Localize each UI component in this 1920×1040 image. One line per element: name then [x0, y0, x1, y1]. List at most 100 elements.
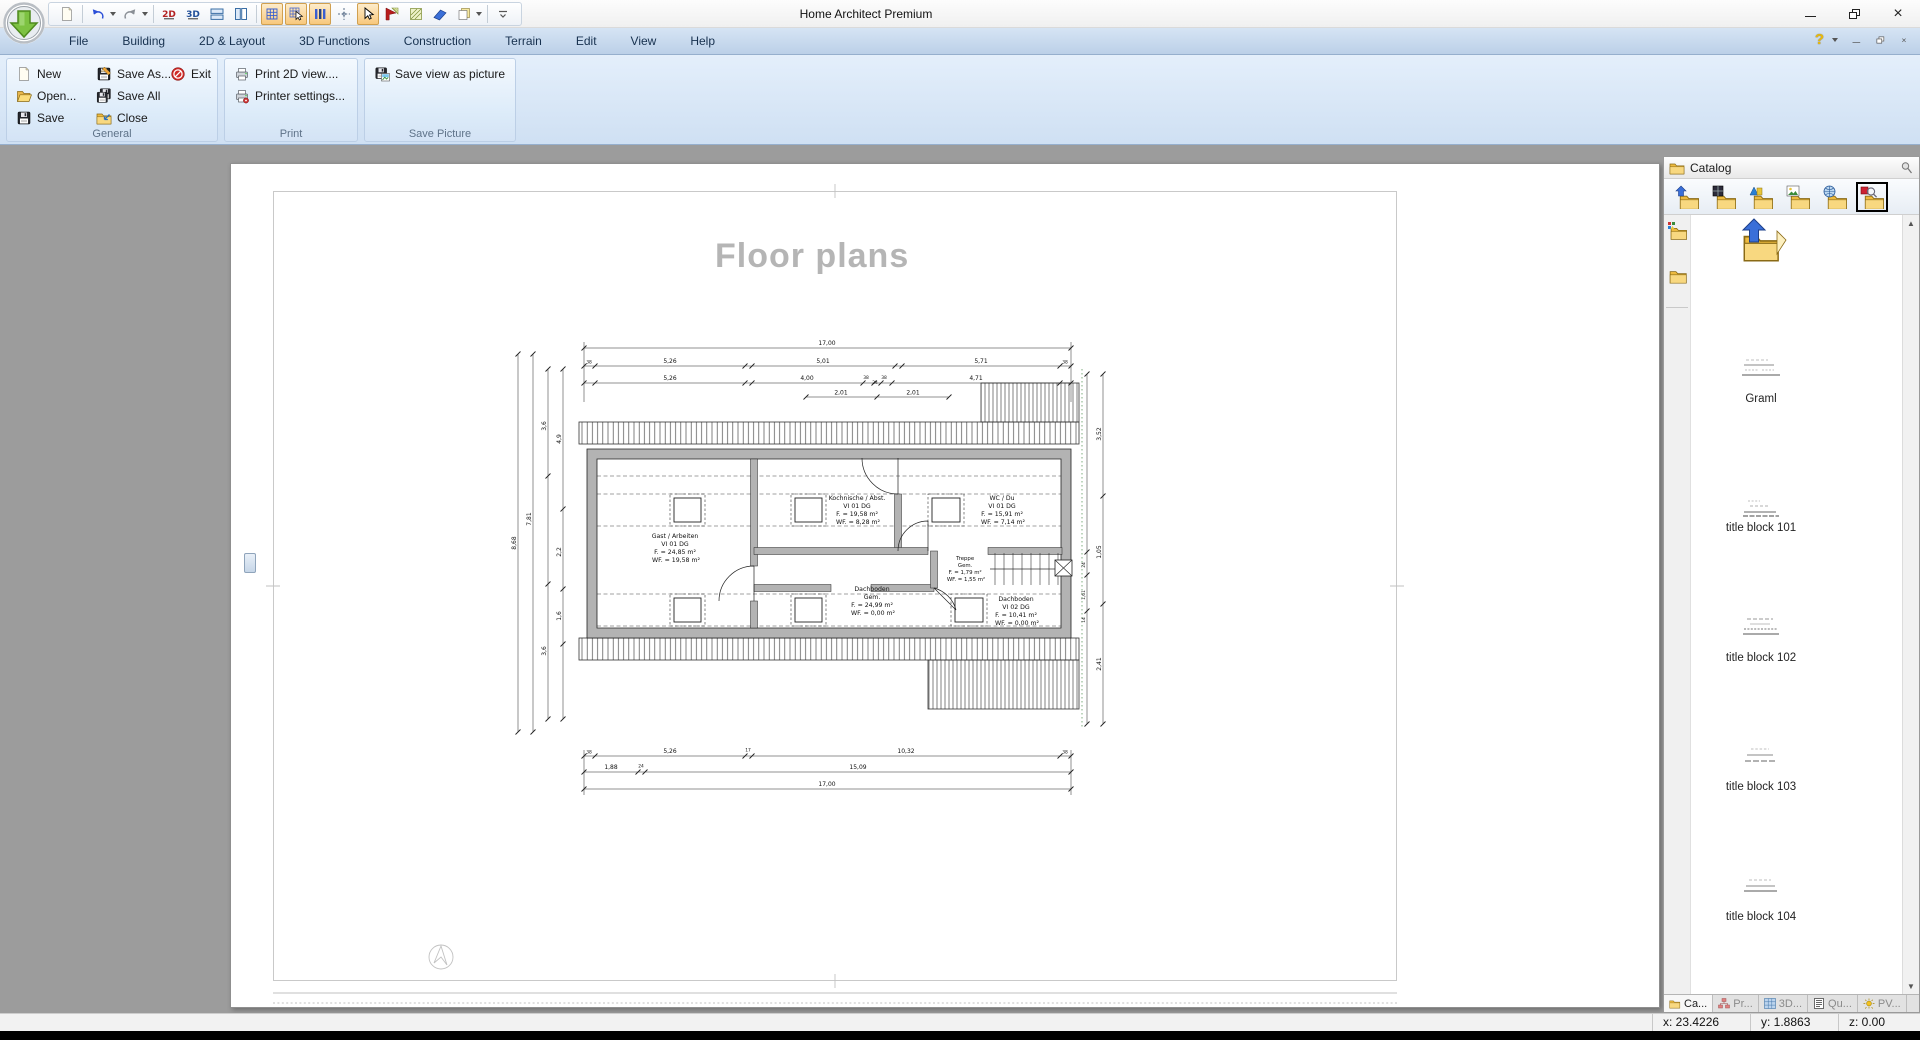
close-button-ribbon[interactable]: Close — [93, 108, 151, 128]
new-icon — [16, 66, 32, 82]
quantities-tab-label: Qu... — [1828, 998, 1852, 1010]
catalog-tab-projects[interactable]: Pr... — [1713, 995, 1759, 1012]
scroll-down-button[interactable]: ▼ — [1903, 978, 1919, 994]
split-horizontal-button[interactable] — [206, 3, 228, 25]
undo-dropdown-arrow[interactable] — [110, 12, 116, 16]
titleblock-thumbnail — [1738, 743, 1784, 773]
tab-help[interactable]: Help — [673, 29, 732, 53]
help-icon[interactable]: ? — [1815, 31, 1824, 48]
roof-corner-tool-button[interactable] — [381, 3, 403, 25]
catalog-item-titleblock-102[interactable]: title block 102 — [1691, 652, 1831, 664]
redo-dropdown-arrow[interactable] — [142, 12, 148, 16]
window-controls: × — [1788, 0, 1920, 27]
new-document-button[interactable] — [56, 3, 78, 25]
catalog-item-titleblock-104[interactable]: title block 104 — [1691, 911, 1831, 923]
layout-sheet[interactable]: Floor plans — [230, 163, 1660, 1008]
close-button[interactable]: × — [1876, 0, 1920, 27]
close-label: Close — [117, 111, 148, 125]
room-label-treppe: Treppe Gem. F. = 1,79 m² WF. = 1,55 m² — [947, 556, 985, 583]
svg-text:15,09: 15,09 — [849, 764, 866, 771]
layers-dropdown-arrow[interactable] — [476, 12, 482, 16]
room-label-wc: WC / Du VI 01 DG F. = 15,91 m² WF. = 7,1… — [981, 495, 1026, 526]
pin-icon[interactable] — [1900, 161, 1914, 175]
catalog-materials-button[interactable] — [1819, 182, 1851, 212]
svg-text:38: 38 — [586, 360, 592, 366]
catalog-panel: Catalog — [1663, 156, 1920, 1013]
drawing-workspace[interactable]: Floor plans — [0, 145, 1920, 1013]
catalog-tab-3d[interactable]: 3D... — [1759, 995, 1808, 1012]
catalog-item-titleblock-103[interactable]: title block 103 — [1691, 781, 1831, 793]
printer-settings-button[interactable]: Printer settings... — [231, 86, 348, 106]
columns-toggle-button[interactable] — [309, 3, 331, 25]
tab-view[interactable]: View — [614, 29, 674, 53]
tab-building[interactable]: Building — [105, 29, 182, 53]
restore-button[interactable] — [1832, 0, 1876, 27]
quantities-tab-icon — [1813, 998, 1825, 1009]
view-2d-button[interactable]: 2D — [158, 3, 180, 25]
panel-splitter-grip[interactable] — [244, 553, 256, 573]
doc-restore-button[interactable] — [1874, 35, 1885, 45]
catalog-thumb-graml[interactable] — [1691, 354, 1831, 387]
catalog-tab-pv[interactable]: PV... — [1858, 995, 1907, 1012]
doc-minimize-button[interactable] — [1850, 35, 1861, 45]
save-button[interactable]: Save — [13, 108, 67, 128]
hatch-tool-button[interactable] — [405, 3, 427, 25]
select-cursor-button[interactable] — [357, 3, 379, 25]
print-2d-view-button[interactable]: Print 2D view.... — [231, 64, 341, 84]
tab-construction[interactable]: Construction — [387, 29, 488, 53]
rail-project-folder-button[interactable] — [1667, 221, 1688, 243]
minimize-button[interactable] — [1788, 0, 1832, 27]
new-button[interactable]: New — [13, 64, 64, 84]
catalog-windows-button[interactable] — [1708, 182, 1740, 212]
catalog-content[interactable]: Graml title block 101 title block 102 ti… — [1664, 215, 1919, 994]
catalog-tab-catalog[interactable]: Ca... — [1664, 995, 1713, 1012]
tab-3d-functions[interactable]: 3D Functions — [282, 29, 387, 53]
catalog-objects-button[interactable] — [1745, 182, 1777, 212]
tab-2d-layout[interactable]: 2D & Layout — [182, 29, 282, 53]
doc-close-button[interactable]: × — [1898, 35, 1909, 45]
application-menu-button[interactable] — [2, 1, 46, 45]
grid-toggle-button[interactable] — [261, 3, 283, 25]
tab-edit[interactable]: Edit — [559, 29, 614, 53]
floor-plan-drawing[interactable]: 17,00 38 5,26 5,01 5,71 38 5,26 4,00 38 … — [231, 164, 1661, 1009]
exit-icon — [170, 66, 186, 82]
ribbon-group-general: New Open... Save Save As... Save All Clo… — [6, 58, 218, 142]
catalog-thumb-102[interactable] — [1691, 613, 1831, 646]
cursor-icon — [360, 6, 376, 22]
printer-icon — [234, 66, 250, 82]
roof-plane-tool-button[interactable] — [429, 3, 451, 25]
folder-picture-icon — [1785, 185, 1811, 209]
undo-button[interactable] — [87, 3, 109, 25]
layers-button[interactable] — [453, 3, 475, 25]
rail-folder-button[interactable] — [1667, 265, 1688, 287]
catalog-up-folder-button[interactable] — [1671, 182, 1703, 212]
snap-crosshair-button[interactable] — [333, 3, 355, 25]
toolbar-separator — [82, 5, 83, 23]
help-dropdown-arrow[interactable] — [1832, 38, 1838, 42]
catalog-2d-symbols-button[interactable] — [1856, 182, 1888, 212]
view-3d-button[interactable]: 3D — [182, 3, 204, 25]
save-as-button[interactable]: Save As... — [93, 64, 174, 84]
tab-terrain[interactable]: Terrain — [488, 29, 559, 53]
save-all-button[interactable]: Save All — [93, 86, 163, 106]
toolbar-overflow-button[interactable] — [492, 3, 514, 25]
catalog-tab-quantities[interactable]: Qu... — [1808, 995, 1858, 1012]
catalog-item-titleblock-101[interactable]: title block 101 — [1691, 522, 1831, 534]
catalog-thumb-104[interactable] — [1691, 873, 1831, 906]
save-view-as-picture-button[interactable]: Save view as picture — [371, 64, 508, 84]
catalog-scrollbar[interactable]: ▲ ▼ — [1902, 215, 1919, 994]
catalog-item-folder-up[interactable] — [1734, 217, 1790, 266]
open-button[interactable]: Open... — [13, 86, 79, 106]
split-vertical-button[interactable] — [230, 3, 252, 25]
tab-file[interactable]: File — [52, 29, 105, 53]
catalog-thumb-103[interactable] — [1691, 743, 1831, 776]
save-all-icon — [96, 88, 112, 104]
svg-text:1,61: 1,61 — [1081, 590, 1087, 600]
select-grid-button[interactable] — [285, 3, 307, 25]
scroll-up-button[interactable]: ▲ — [1903, 215, 1919, 231]
layers-icon — [456, 6, 472, 22]
catalog-item-graml[interactable]: Graml — [1691, 393, 1831, 405]
redo-button[interactable] — [119, 3, 141, 25]
catalog-textures-button[interactable] — [1782, 182, 1814, 212]
exit-button[interactable]: Exit — [167, 64, 214, 84]
